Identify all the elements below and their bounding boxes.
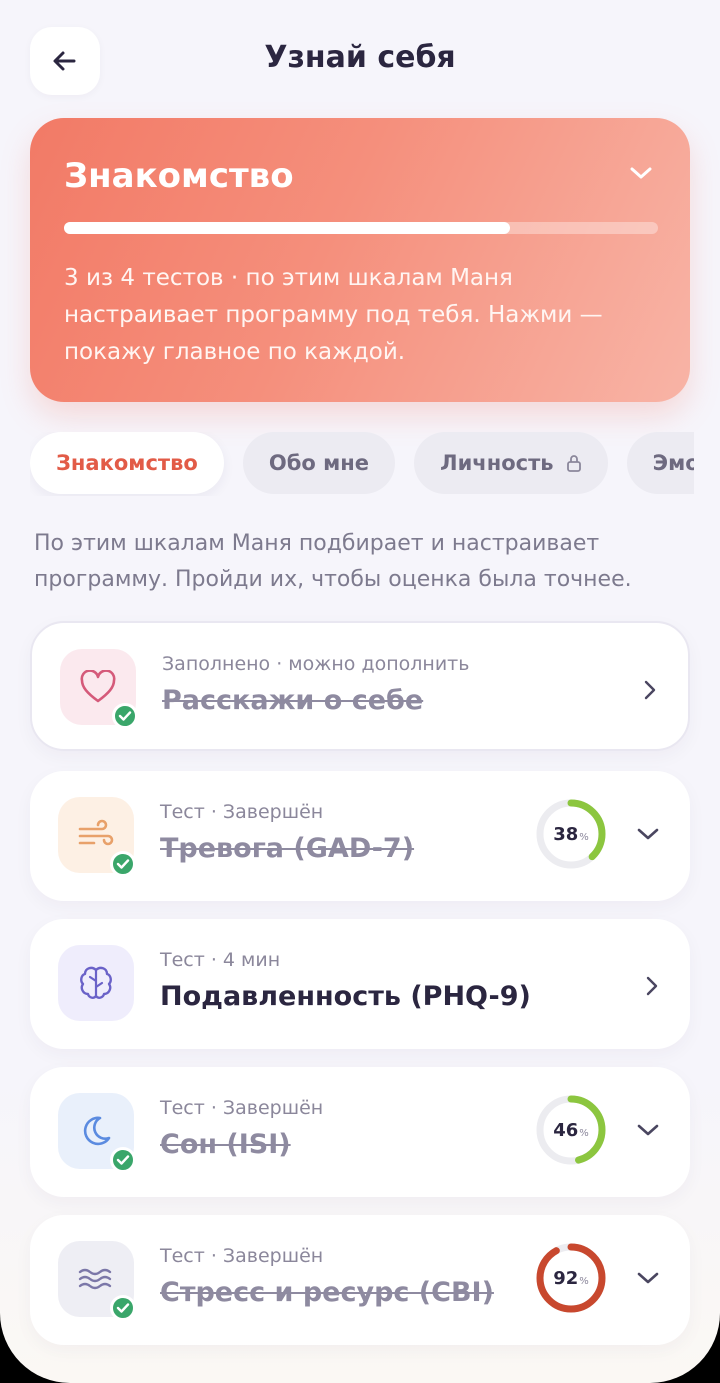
- score-label: 92%: [553, 1267, 589, 1289]
- moon-icon: [83, 1116, 111, 1146]
- hero-title: Знакомство: [64, 156, 294, 196]
- check-icon: [110, 1147, 136, 1173]
- tab-about-me[interactable]: Обо мне: [242, 432, 396, 494]
- check-icon: [110, 1295, 136, 1321]
- list-item-anxiety[interactable]: Тест · Завершён Тревога (GAD-7) 38%: [30, 771, 690, 901]
- card-title: Стресс и ресурс (CBI): [160, 1277, 494, 1308]
- hero-description: 3 из 4 тестов · по этим шкалам Маня наст…: [64, 265, 603, 365]
- tab-emotions[interactable]: Эмоции: [626, 432, 694, 494]
- list-item-depression[interactable]: Тест · 4 мин Подавленность (PHQ-9): [30, 919, 690, 1049]
- chevron-down-icon[interactable]: [636, 1121, 660, 1139]
- card-meta: Тест · Завершён: [160, 1097, 324, 1119]
- hero-card[interactable]: Знакомство 3 из 4 тестов · по этим шкала…: [30, 118, 690, 402]
- tab-label: Знакомство: [56, 451, 198, 475]
- card-title: Подавленность (PHQ-9): [160, 981, 531, 1012]
- card-meta: Заполнено · можно дополнить: [162, 653, 470, 675]
- tab-label: Личность: [440, 451, 554, 475]
- progress-fill: [64, 222, 510, 234]
- chevron-down-icon[interactable]: [628, 164, 654, 182]
- card-meta: Тест · Завершён: [160, 1245, 324, 1267]
- lock-icon: [566, 455, 581, 472]
- chevron-down-icon[interactable]: [636, 1269, 660, 1287]
- check-icon: [112, 703, 138, 729]
- waves-icon: [78, 1268, 112, 1290]
- tab-label: Обо мне: [268, 451, 370, 475]
- chevron-right-icon: [644, 680, 656, 700]
- card-title: Сон (ISI): [160, 1129, 291, 1160]
- tab-acquaintance[interactable]: Знакомство: [30, 432, 224, 494]
- card-title: Расскажи о себе: [162, 685, 424, 716]
- progress-bar: [64, 222, 658, 234]
- score-label: 46%: [553, 1119, 589, 1141]
- icon-container: [58, 945, 134, 1021]
- card-title: Тревога (GAD-7): [160, 833, 415, 864]
- card-meta: Тест · 4 мин: [160, 949, 281, 971]
- list-item-sleep[interactable]: Тест · Завершён Сон (ISI) 46%: [30, 1067, 690, 1197]
- list-item-stress[interactable]: Тест · Завершён Стресс и ресурс (CBI) 92…: [30, 1215, 690, 1345]
- tab-label: Эмоции: [652, 451, 694, 475]
- heart-icon: [80, 670, 116, 703]
- page-title: Узнай себя: [264, 40, 456, 75]
- wind-icon: [78, 819, 114, 846]
- section-intro: По этим шкалам Маня подбирает и настраив…: [34, 531, 632, 592]
- brain-icon: [80, 966, 112, 999]
- chevron-down-icon[interactable]: [636, 825, 660, 843]
- chevron-right-icon: [646, 976, 658, 996]
- screen: Узнай себя Знакомство 3 из 4 тестов · по…: [0, 0, 720, 1383]
- check-icon: [110, 851, 136, 877]
- score-label: 38%: [553, 823, 589, 845]
- category-tabs: Знакомство Обо мне Личность Эмоции: [30, 432, 694, 496]
- card-meta: Тест · Завершён: [160, 801, 324, 823]
- list-item-about-self[interactable]: Заполнено · можно дополнить Расскажи о с…: [30, 621, 690, 751]
- tab-personality[interactable]: Личность: [414, 432, 608, 494]
